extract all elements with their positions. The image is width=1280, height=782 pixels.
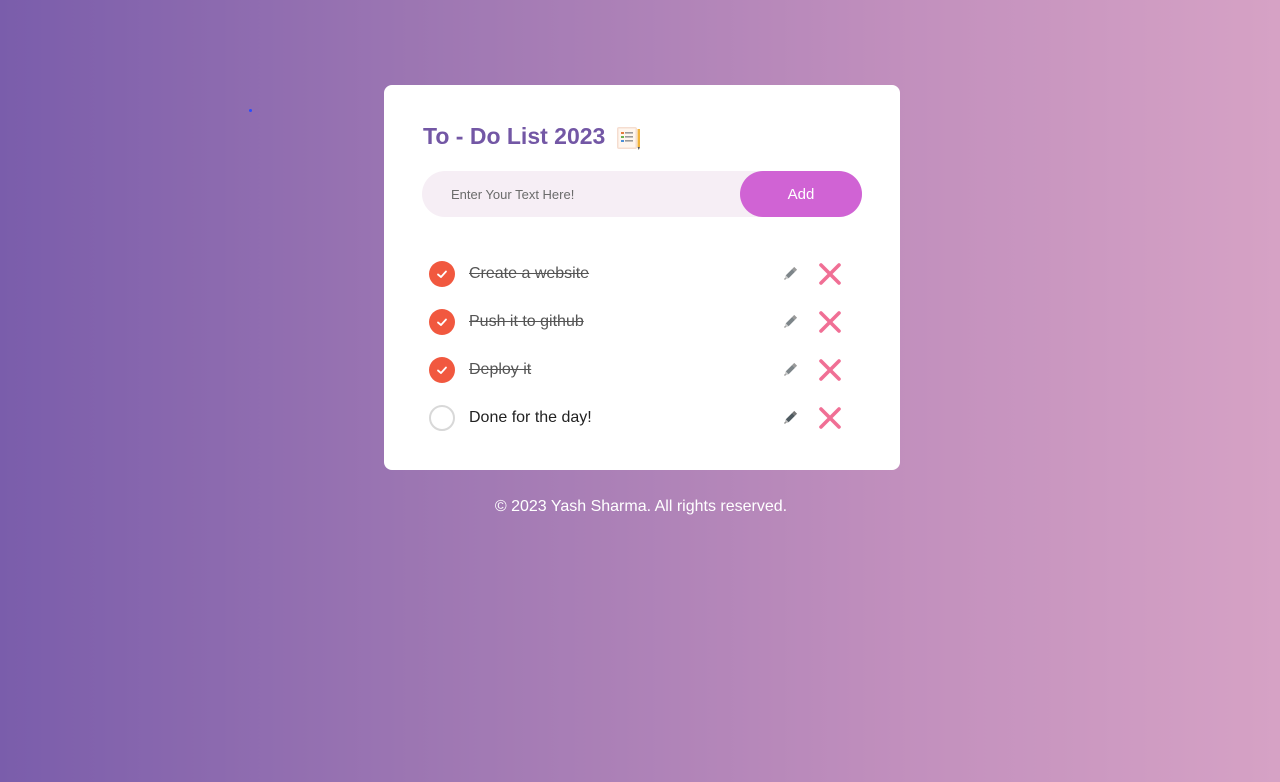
title-row: To - Do List 2023 [423, 123, 641, 150]
task-checkbox[interactable] [429, 405, 455, 431]
task-checkbox[interactable] [429, 309, 455, 335]
pencil-icon [784, 362, 798, 376]
edit-button[interactable] [780, 360, 800, 380]
task-input[interactable] [422, 170, 740, 218]
pencil-icon [784, 410, 798, 424]
cross-icon [819, 311, 841, 333]
task-list: Create a website Push it to github Deplo… [429, 250, 859, 442]
stray-dot [249, 109, 252, 112]
task-text: Done for the day! [469, 409, 592, 426]
task-item[interactable]: Done for the day! [429, 394, 859, 442]
task-item[interactable]: Create a website [429, 250, 859, 298]
checkmark-icon [437, 270, 447, 278]
checkmark-icon [437, 366, 447, 374]
page-title: To - Do List 2023 [423, 123, 606, 149]
todo-card: To - Do List 2023 Add [384, 85, 900, 470]
task-text: Deploy it [469, 361, 532, 378]
footer-copyright: © 2023 Yash Sharma. All rights reserved. [494, 498, 788, 515]
checkmark-icon [437, 318, 447, 326]
cross-icon [819, 407, 841, 429]
task-checkbox[interactable] [429, 261, 455, 287]
add-button[interactable]: Add [740, 171, 862, 217]
delete-button[interactable] [817, 261, 843, 287]
add-task-form: Add [422, 170, 862, 218]
cross-icon [819, 359, 841, 381]
edit-button[interactable] [780, 408, 800, 428]
delete-button[interactable] [817, 357, 843, 383]
pencil-icon [784, 314, 798, 328]
task-item[interactable]: Push it to github [429, 298, 859, 346]
notepad-icon [615, 125, 641, 150]
cross-icon [819, 263, 841, 285]
delete-button[interactable] [817, 405, 843, 431]
pencil-icon [784, 266, 798, 280]
task-text: Create a website [469, 265, 590, 282]
edit-button[interactable] [780, 264, 800, 284]
edit-button[interactable] [780, 312, 800, 332]
delete-button[interactable] [817, 309, 843, 335]
task-item[interactable]: Deploy it [429, 346, 859, 394]
task-checkbox[interactable] [429, 357, 455, 383]
task-text: Push it to github [469, 313, 584, 330]
